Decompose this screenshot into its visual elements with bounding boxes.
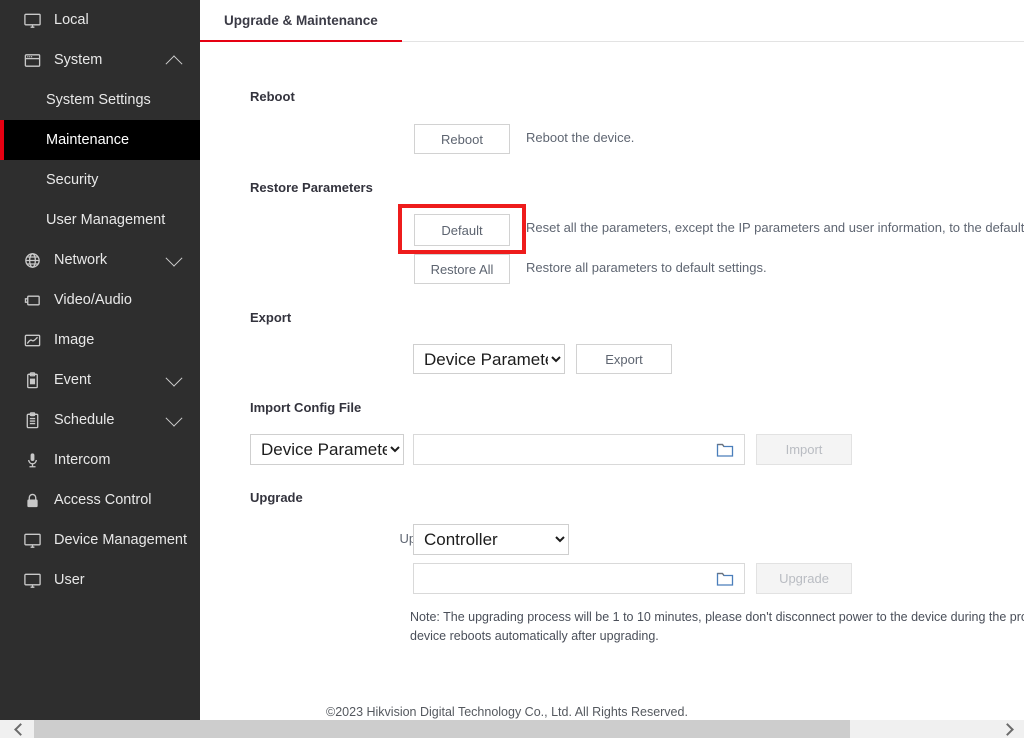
sidebar-item-label: Security xyxy=(46,172,98,188)
chevron-left-icon[interactable] xyxy=(12,720,29,738)
upgrade-settings-select[interactable]: Controller xyxy=(413,524,569,555)
chevron-down-icon[interactable] xyxy=(166,410,183,427)
sidebar-item-label: Network xyxy=(54,252,107,268)
section-title-import: Import Config File xyxy=(250,400,361,415)
tab-label: Upgrade & Maintenance xyxy=(224,13,378,28)
sidebar-item-label: Image xyxy=(54,332,94,348)
sidebar-item-local[interactable]: Local xyxy=(0,0,200,40)
sidebar-item-user[interactable]: User xyxy=(0,560,200,600)
restore-all-button[interactable]: Restore All xyxy=(414,254,510,284)
restore-all-description: Restore all parameters to default settin… xyxy=(526,260,767,275)
clipboard-icon xyxy=(22,370,42,390)
sidebar-item-device-management[interactable]: Device Management xyxy=(0,520,200,560)
image-icon xyxy=(22,330,42,350)
chevron-down-icon[interactable] xyxy=(166,370,183,387)
sidebar-item-schedule[interactable]: Schedule xyxy=(0,400,200,440)
camera-icon xyxy=(22,290,42,310)
tab-bar: Upgrade & Maintenance xyxy=(200,0,1024,42)
monitor-icon xyxy=(22,570,42,590)
sidebar-item-label: Local xyxy=(54,12,89,28)
upgrade-file-input[interactable] xyxy=(413,563,745,594)
reboot-description: Reboot the device. xyxy=(526,130,634,145)
sidebar-item-label: System Settings xyxy=(46,92,151,108)
sidebar-item-label: Access Control xyxy=(54,492,152,508)
globe-icon xyxy=(22,250,42,270)
default-description: Reset all the parameters, except the IP … xyxy=(526,220,1024,235)
sidebar-item-label: Intercom xyxy=(54,452,110,468)
chevron-right-icon[interactable] xyxy=(999,720,1016,738)
sidebar-item-label: User xyxy=(54,572,85,588)
monitor-icon xyxy=(22,530,42,550)
sidebar-item-label: Event xyxy=(54,372,91,388)
sidebar-item-image[interactable]: Image xyxy=(0,320,200,360)
sidebar-item-network[interactable]: Network xyxy=(0,240,200,280)
export-type-select[interactable]: Device Parameters xyxy=(413,344,565,374)
tab-upgrade-maintenance[interactable]: Upgrade & Maintenance xyxy=(200,0,402,42)
sidebar-item-event[interactable]: Event xyxy=(0,360,200,400)
window-icon xyxy=(22,50,42,70)
horizontal-scrollbar[interactable] xyxy=(0,720,1024,738)
sidebar-item-label: Device Management xyxy=(54,532,187,548)
sidebar-item-video-audio[interactable]: Video/Audio xyxy=(0,280,200,320)
lock-icon xyxy=(22,490,42,510)
sidebar-item-system-settings[interactable]: System Settings xyxy=(0,80,200,120)
sidebar-item-security[interactable]: Security xyxy=(0,160,200,200)
sidebar-item-system[interactable]: System xyxy=(0,40,200,80)
upgrade-button[interactable]: Upgrade xyxy=(756,563,852,594)
footer-copyright: ©2023 Hikvision Digital Technology Co., … xyxy=(326,705,688,719)
upgrade-note: Note: The upgrading process will be 1 to… xyxy=(410,608,1024,646)
microphone-icon xyxy=(22,450,42,470)
import-type-select[interactable]: Device Parameters xyxy=(250,434,404,465)
sidebar-item-label: System xyxy=(54,52,102,68)
section-title-reboot: Reboot xyxy=(250,89,295,104)
reboot-button[interactable]: Reboot xyxy=(414,124,510,154)
export-button[interactable]: Export xyxy=(576,344,672,374)
sidebar-item-intercom[interactable]: Intercom xyxy=(0,440,200,480)
sidebar-item-user-management[interactable]: User Management xyxy=(0,200,200,240)
default-button[interactable]: Default xyxy=(414,214,510,246)
section-title-export: Export xyxy=(250,310,291,325)
chevron-down-icon[interactable] xyxy=(166,250,183,267)
sidebar-item-access-control[interactable]: Access Control xyxy=(0,480,200,520)
sidebar-item-maintenance[interactable]: Maintenance xyxy=(0,120,200,160)
schedule-icon xyxy=(22,410,42,430)
section-title-upgrade: Upgrade xyxy=(250,490,303,505)
content-area: Upgrade & Maintenance Reboot Reboot Rebo… xyxy=(200,0,1024,720)
folder-icon[interactable] xyxy=(716,570,734,588)
sidebar-item-label: User Management xyxy=(46,212,165,228)
import-button[interactable]: Import xyxy=(756,434,852,465)
scrollbar-thumb[interactable] xyxy=(34,720,850,738)
folder-icon[interactable] xyxy=(716,441,734,459)
sidebar-item-label: Schedule xyxy=(54,412,114,428)
sidebar-item-label: Video/Audio xyxy=(54,292,132,308)
import-file-input[interactable] xyxy=(413,434,745,465)
chevron-up-icon[interactable] xyxy=(166,55,183,72)
sidebar: Local System System Settings Maintenance Sec… xyxy=(0,0,200,720)
section-title-restore: Restore Parameters xyxy=(250,180,373,195)
sidebar-item-label: Maintenance xyxy=(46,132,129,148)
monitor-icon xyxy=(22,10,42,30)
